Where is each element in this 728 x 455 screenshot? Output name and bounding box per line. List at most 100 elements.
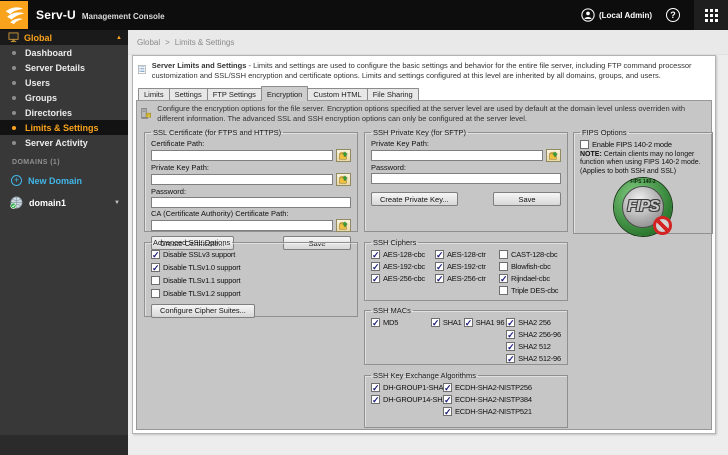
checkbox-disable-sslv3-support[interactable]: ✓ Disable SSLv3 support [151, 250, 240, 260]
tab-custom-html[interactable]: Custom HTML [307, 88, 368, 100]
sidebar-item-server-details[interactable]: Server Details [0, 60, 128, 75]
sidebar-item-directories[interactable]: Directories [0, 105, 128, 120]
fips-note: NOTE: Certain clients may no longer func… [580, 151, 706, 177]
create-private-key-button[interactable]: Create Private Key... [371, 192, 458, 206]
globe-icon [10, 196, 23, 209]
breadcrumb-root[interactable]: Global [137, 38, 160, 47]
browse-button[interactable] [336, 149, 351, 162]
sidebar-item-users[interactable]: Users [0, 75, 128, 90]
ca-certificate-path-input[interactable] [151, 220, 333, 231]
tab-file-sharing[interactable]: File Sharing [366, 88, 419, 100]
browse-button[interactable] [336, 173, 351, 186]
checkbox-dh-group14-sha1[interactable]: ✓ DH-GROUP14-SHA1 [371, 394, 451, 404]
checkbox-aes-128-ctr[interactable]: ✓ AES-128-ctr [435, 249, 499, 259]
checkbox-blowfish-cbc[interactable]: Blowfish-cbc [499, 261, 558, 271]
checkbox-box[interactable]: ✓ [371, 249, 380, 259]
checkbox-aes-192-cbc[interactable]: ✓ AES-192-cbc [371, 261, 435, 271]
browse-button[interactable] [336, 219, 351, 232]
checkbox-box[interactable]: ✓ [371, 317, 380, 327]
checkbox-sha1-96[interactable]: ✓ SHA1 96 [463, 317, 506, 327]
tab-encryption[interactable]: Encryption [260, 86, 309, 101]
tab-limits[interactable]: Limits [138, 88, 170, 100]
checkbox-aes-256-ctr[interactable]: ✓ AES-256-ctr [435, 273, 499, 283]
checkbox-sha2-256-96[interactable]: ✓ SHA2 256-96 [506, 329, 561, 339]
checkbox-sha2-512[interactable]: ✓ SHA2 512 [506, 341, 561, 351]
help-button[interactable]: ? [666, 8, 680, 22]
checkbox-label: AES-192-ctr [447, 261, 486, 271]
tab-settings[interactable]: Settings [168, 88, 208, 100]
new-domain-button[interactable]: + New Domain [0, 175, 128, 186]
checkbox-box[interactable]: ✓ [435, 249, 444, 259]
breadcrumb: Global > Limits & Settings [128, 30, 728, 55]
checkbox-aes-192-ctr[interactable]: ✓ AES-192-ctr [435, 261, 499, 271]
checkbox-box[interactable]: ✓ [151, 263, 160, 273]
checkbox-box[interactable]: ✓ [499, 273, 508, 283]
checkbox-box[interactable]: ✓ [443, 382, 452, 392]
checkbox-cast-128-cbc[interactable]: CAST-128-cbc [499, 249, 558, 259]
checkbox-label: Rijndael-cbc [511, 273, 550, 283]
checkbox-box[interactable]: ✓ [443, 394, 452, 404]
tab-ftp-settings[interactable]: FTP Settings [206, 88, 262, 100]
checkbox-box[interactable]: ✓ [371, 261, 380, 271]
checkbox-box[interactable]: ✓ [443, 406, 452, 416]
checkbox-box[interactable]: ✓ [506, 317, 516, 327]
checkbox-ecdh-sha2-nistp256[interactable]: ✓ ECDH-SHA2-NISTP256 [443, 382, 532, 392]
certificate-path-input[interactable] [151, 150, 333, 161]
checkbox-disable-tlsv1-0-support[interactable]: ✓ Disable TLSv1.0 support [151, 263, 241, 273]
checkbox-box[interactable]: ✓ [463, 317, 473, 327]
private-key-path-input[interactable] [151, 174, 333, 185]
sidebar-item-label: Groups [25, 92, 58, 103]
checkbox-box[interactable]: ✓ [435, 273, 444, 283]
sidebar-item-server-activity[interactable]: Server Activity [0, 135, 128, 150]
checkbox-box[interactable] [151, 276, 160, 285]
sidebar-item-dashboard[interactable]: Dashboard [0, 45, 128, 60]
checkbox-box[interactable] [151, 289, 160, 298]
checkbox-sha2-256[interactable]: ✓ SHA2 256 [506, 317, 561, 327]
checkbox-box[interactable]: ✓ [371, 273, 380, 283]
checkbox-box[interactable]: ✓ [435, 261, 444, 271]
checkbox-disable-tlsv1-2-support[interactable]: Disable TLSv1.2 support [151, 289, 241, 298]
checkbox-enable-fips-140-2-mode[interactable]: Enable FIPS 140-2 mode [580, 139, 706, 149]
app-launcher-button[interactable] [694, 0, 728, 30]
checkbox-box[interactable] [580, 139, 589, 149]
configure-cipher-suites-button[interactable]: Configure Cipher Suites... [151, 303, 255, 318]
checkbox-sha1[interactable]: ✓ SHA1 [430, 317, 464, 327]
user-menu[interactable]: (Local Admin) [581, 8, 652, 22]
checkbox-triple-des-cbc[interactable]: Triple DES-cbc [499, 285, 559, 295]
checkbox-box[interactable] [499, 249, 508, 259]
sidebar-item-limits-settings[interactable]: Limits & Settings [0, 120, 128, 135]
ssh-ciphers-group: SSH Ciphers ✓ AES-128-cbc ✓ AES-192-cbc ✓ AES… [364, 238, 568, 301]
checkbox-label: SHA2 512-96 [518, 353, 562, 363]
checkbox-box[interactable] [499, 285, 508, 295]
ssh-password-input[interactable] [371, 173, 561, 184]
checkbox-sha2-512-96[interactable]: ✓ SHA2 512-96 [506, 353, 562, 363]
checkbox-box[interactable]: ✓ [371, 382, 380, 392]
checkbox-md5[interactable]: ✓ MD5 [371, 317, 431, 327]
checkbox-ecdh-sha2-nistp521[interactable]: ✓ ECDH-SHA2-NISTP521 [443, 406, 532, 416]
browse-button[interactable] [546, 149, 561, 162]
sidebar-global[interactable]: Global ▲ [0, 30, 128, 45]
checkbox-rijndael-cbc[interactable]: ✓ Rijndael-cbc [499, 273, 558, 283]
checkbox-disable-tlsv1-1-support[interactable]: Disable TLSv1.1 support [151, 276, 241, 285]
chevron-down-icon[interactable]: ▼ [114, 200, 120, 206]
checkbox-ecdh-sha2-nistp384[interactable]: ✓ ECDH-SHA2-NISTP384 [443, 394, 532, 404]
ssh-key-path-input[interactable] [371, 150, 543, 161]
checkbox-box[interactable]: ✓ [506, 329, 516, 339]
checkbox-box[interactable]: ✓ [430, 317, 440, 327]
checkbox-aes-256-cbc[interactable]: ✓ AES-256-cbc [371, 273, 435, 283]
checkbox-aes-128-cbc[interactable]: ✓ AES-128-cbc [371, 249, 435, 259]
sidebar-item-label: Server Details [25, 62, 86, 73]
solarwinds-logo[interactable] [0, 1, 28, 29]
ssh-key-exchange-legend: SSH Key Exchange Algorithms [373, 371, 476, 380]
checkbox-dh-group1-sha1[interactable]: ✓ DH-GROUP1-SHA1 [371, 382, 447, 392]
checkbox-box[interactable]: ✓ [151, 250, 160, 260]
sidebar-item-domain1[interactable]: domain1 ▼ [0, 196, 128, 209]
advanced-ssl-checkboxes: ✓ Disable SSLv3 support ✓ Disable TLSv1.0 s… [151, 248, 351, 300]
checkbox-box[interactable] [499, 261, 508, 271]
ssl-password-input[interactable] [151, 197, 351, 208]
checkbox-box[interactable]: ✓ [506, 341, 516, 351]
sidebar-item-groups[interactable]: Groups [0, 90, 128, 105]
checkbox-box[interactable]: ✓ [506, 353, 516, 363]
checkbox-box[interactable]: ✓ [371, 394, 380, 404]
ssh-save-button[interactable]: Save [493, 192, 561, 206]
